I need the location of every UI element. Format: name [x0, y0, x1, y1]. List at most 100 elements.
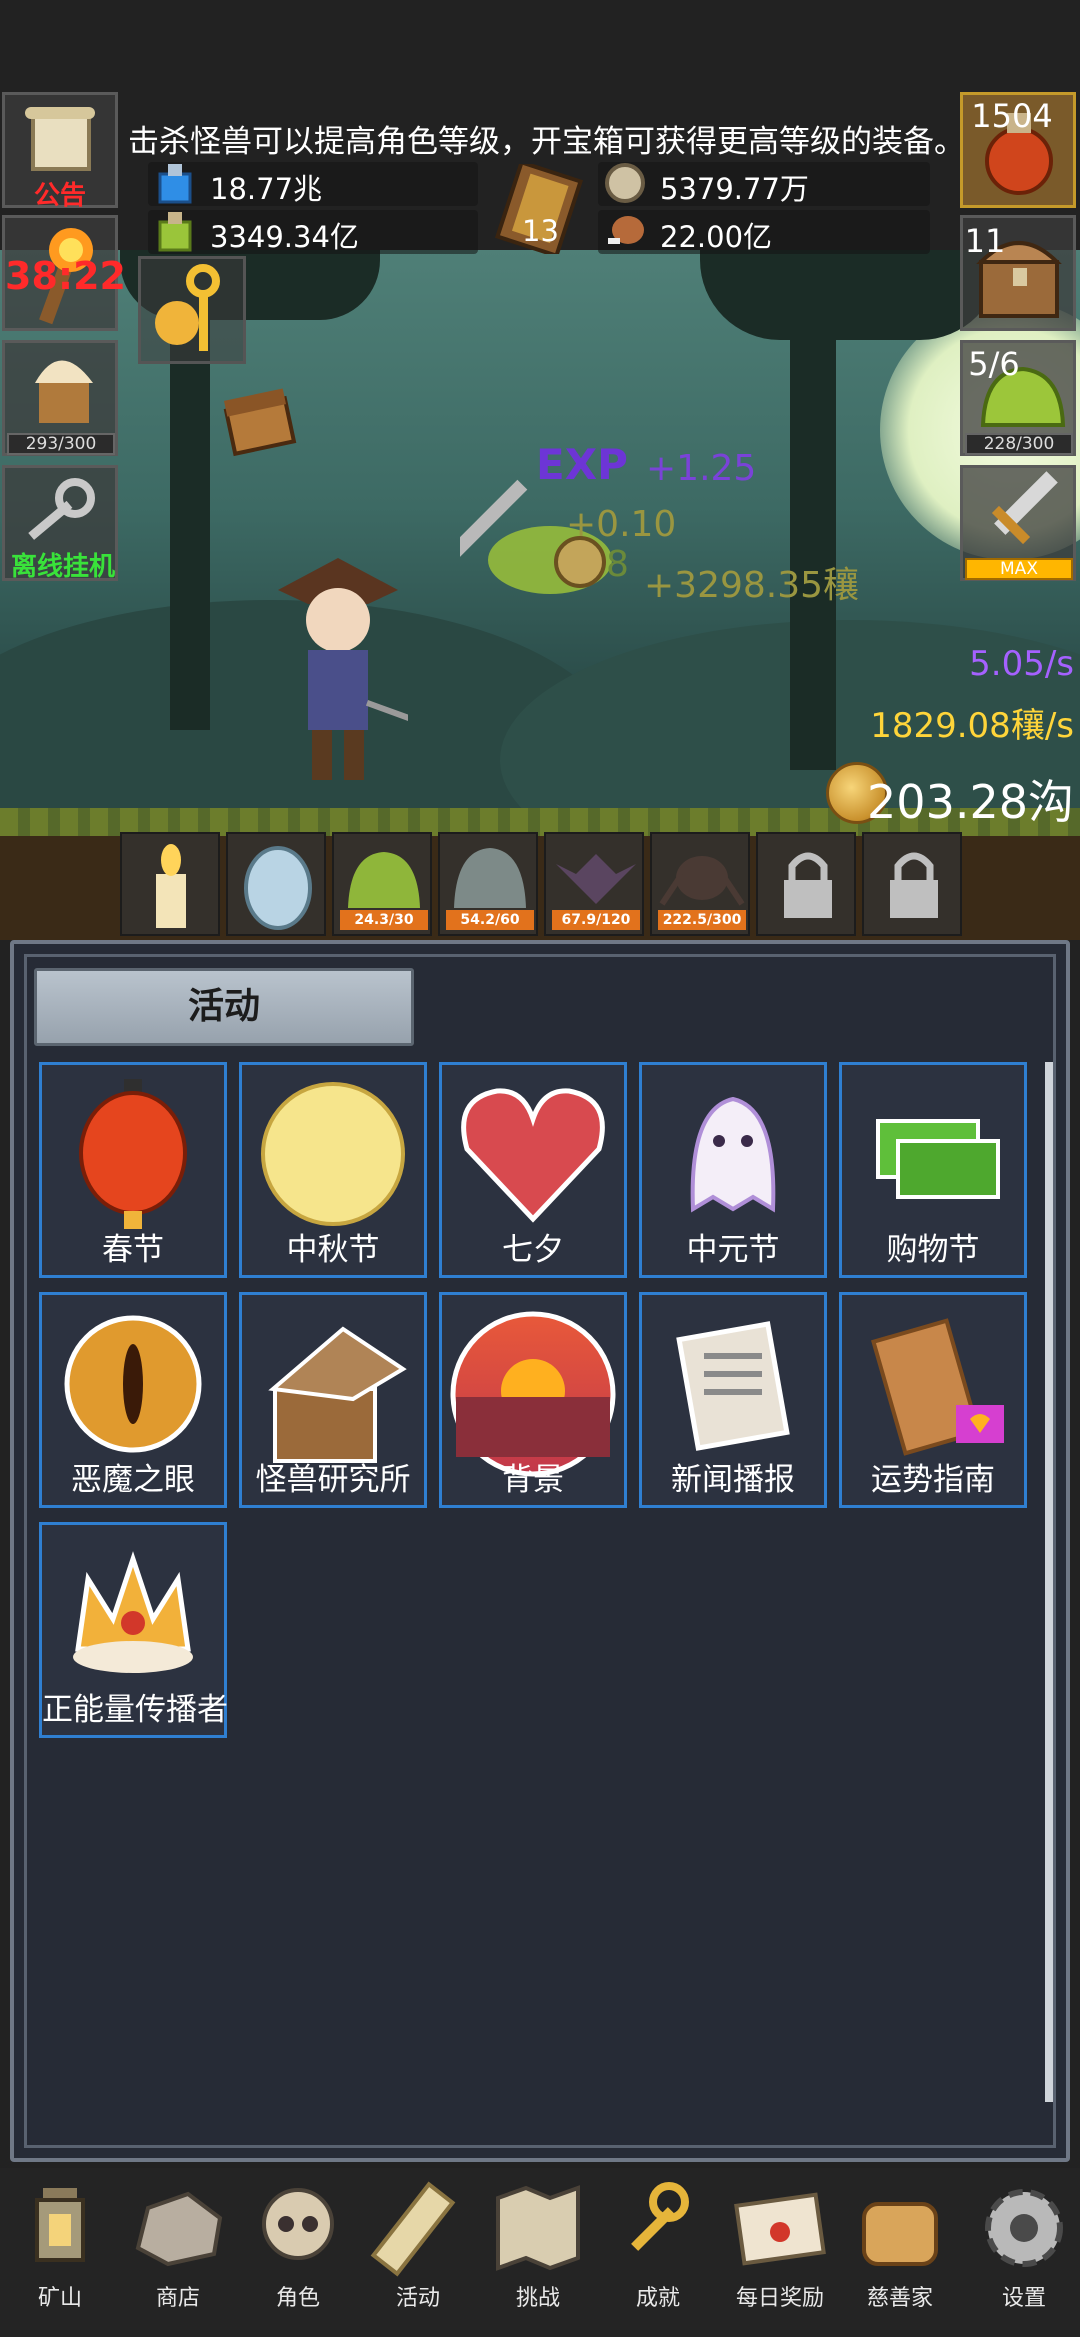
potion-count: 1504 — [971, 97, 1053, 135]
spider-monster-icon — [659, 856, 745, 906]
tile-label: 运势指南 — [871, 1462, 995, 1498]
tile-label: 中秋节 — [286, 1232, 380, 1268]
monster-slot-spider[interactable]: 222.5/300 — [650, 832, 750, 936]
slime-monster-icon — [348, 852, 420, 908]
nav-label: 角色 — [275, 2286, 320, 2311]
activity-monster-lab[interactable]: 怪兽研究所 — [239, 1292, 427, 1508]
timer-text: 38:22 — [5, 254, 126, 298]
coin-gain-text: +3298.35穰 — [644, 565, 860, 606]
book-count: 13 — [522, 214, 559, 248]
resource-green-potion: 3349.34亿 — [148, 210, 478, 254]
silver-coin-amount: 5379.77万 — [660, 172, 809, 206]
monster-slot-egg[interactable] — [226, 832, 326, 936]
panel-scrollbar[interactable] — [1045, 1062, 1053, 2102]
monster-slot-locked-2[interactable] — [862, 832, 962, 936]
activity-mid-autumn[interactable]: 中秋节 — [239, 1062, 427, 1278]
nav-settings[interactable]: 设置 — [964, 2168, 1080, 2337]
activity-positive-energy[interactable]: 正能量传播者 — [39, 1522, 228, 1738]
monster-slot-locked-1[interactable] — [756, 832, 856, 936]
small-gain-text: +0.10 — [566, 504, 677, 545]
monster-slot-ghost[interactable]: 54.2/60 — [438, 832, 538, 936]
activity-spring-festival[interactable]: 春节 — [39, 1062, 227, 1278]
hero-character — [278, 558, 408, 780]
nav-label: 设置 — [1001, 2286, 1046, 2311]
ghost-icon — [690, 1096, 776, 1213]
monster-progress: 54.2/60 — [446, 910, 534, 930]
activity-demon-eye[interactable]: 恶魔之眼 — [39, 1292, 227, 1508]
sword-icon — [991, 471, 1058, 545]
offline-label: 离线挂机 — [10, 552, 115, 582]
blue-potion-icon — [158, 164, 192, 204]
tile-label: 恶魔之眼 — [71, 1462, 195, 1498]
tile-label: 怪兽研究所 — [255, 1462, 411, 1498]
chest-button[interactable]: 11 — [960, 215, 1076, 331]
nav-daily-reward[interactable]: 每日奖励 — [720, 2168, 840, 2337]
slime-button[interactable]: 5/6 228/300 — [960, 340, 1076, 456]
digit-text: 8 — [606, 544, 629, 585]
bottom-nav: 矿山 商店 角色 活动 挑战 成就 每日奖励 慈善家 设置 — [0, 2168, 1080, 2337]
stone-nav-icon — [135, 2191, 223, 2267]
activity-news[interactable]: 新闻播报 — [639, 1292, 827, 1508]
tile-label: 春节 — [102, 1232, 164, 1268]
lock-icon — [890, 852, 938, 918]
tile-label: 购物节 — [886, 1232, 980, 1268]
nav-character[interactable]: 角色 — [238, 2168, 358, 2337]
nav-mine[interactable]: 矿山 — [0, 2168, 120, 2337]
nav-philanthropist[interactable]: 慈善家 — [840, 2168, 960, 2337]
food-icon — [35, 360, 93, 423]
moon-icon — [261, 1082, 405, 1226]
green-potion-icon — [158, 212, 192, 252]
monster-slot-candle[interactable] — [120, 832, 220, 936]
key-nav-icon — [631, 2182, 689, 2251]
book-button[interactable]: 13 — [490, 162, 600, 258]
monster-slot-slime[interactable]: 24.3/30 — [332, 832, 432, 936]
activity-fortune-guide[interactable]: 运势指南 — [839, 1292, 1027, 1508]
potion-button[interactable]: 1504 — [960, 92, 1076, 208]
tab-activity[interactable]: 活动 — [34, 968, 414, 1046]
activity-shopping-festival[interactable]: 购物节 — [839, 1062, 1027, 1278]
tile-label: 七夕 — [502, 1232, 564, 1268]
nav-challenge[interactable]: 挑战 — [478, 2168, 598, 2337]
lock-icon — [784, 852, 832, 918]
scroll-icon — [25, 107, 95, 171]
resource-blue-potion: 18.77兆 — [148, 162, 478, 206]
scroll-nav-icon — [370, 2181, 456, 2277]
activity-zhongyuan[interactable]: 中元节 — [639, 1062, 827, 1278]
coin-rate-text: 1829.08穰/s — [870, 706, 1074, 746]
monster-bar: 24.3/30 54.2/60 67.9/120 222.5/300 — [120, 832, 962, 938]
blue-potion-amount: 18.77兆 — [210, 172, 323, 206]
silver-coin-icon — [605, 163, 645, 203]
slime-count: 5/6 — [968, 345, 1020, 383]
monster-slot-bat[interactable]: 67.9/120 — [544, 832, 644, 936]
activity-background[interactable]: 背景 — [439, 1292, 627, 1508]
key-icon — [28, 478, 95, 540]
sword-button[interactable]: MAX — [960, 465, 1076, 581]
offline-button[interactable]: 离线挂机 — [2, 465, 118, 582]
fortune-icon — [871, 1318, 1004, 1456]
tree-canopy — [700, 250, 1000, 340]
tile-label: 新闻播报 — [671, 1462, 795, 1498]
exp-rate-text: 5.05/s — [969, 644, 1074, 684]
food-button[interactable]: 293/300 — [2, 340, 118, 456]
nav-achievement[interactable]: 成就 — [598, 2168, 718, 2337]
nav-activity[interactable]: 活动 — [358, 2168, 478, 2337]
torch-timer-button[interactable]: 38:22 — [2, 215, 126, 331]
tile-label: 背景 — [502, 1462, 564, 1498]
crown-icon — [73, 1551, 193, 1673]
money-icon — [876, 1119, 1000, 1199]
zombie-monster-icon — [454, 848, 526, 908]
nav-label: 每日奖励 — [735, 2286, 824, 2311]
nav-label: 矿山 — [37, 2286, 82, 2311]
announcement-button[interactable]: 公告 — [2, 92, 118, 211]
candle-icon — [156, 844, 186, 928]
activity-qixi[interactable]: 七夕 — [439, 1062, 627, 1278]
activity-panel: 活动 春节 中秋节 七夕 中元节 购物节 恶魔之眼 怪兽研究所 背景 新闻播报 … — [10, 940, 1070, 2162]
tile-label: 正能量传播者 — [42, 1692, 228, 1728]
golden-key-button[interactable] — [138, 256, 246, 364]
nav-shop[interactable]: 商店 — [118, 2168, 238, 2337]
monster-progress: 67.9/120 — [552, 910, 640, 930]
news-icon — [676, 1321, 790, 1451]
announcement-label: 公告 — [33, 181, 86, 211]
nav-label: 成就 — [635, 2286, 680, 2311]
map-nav-icon — [496, 2185, 580, 2271]
